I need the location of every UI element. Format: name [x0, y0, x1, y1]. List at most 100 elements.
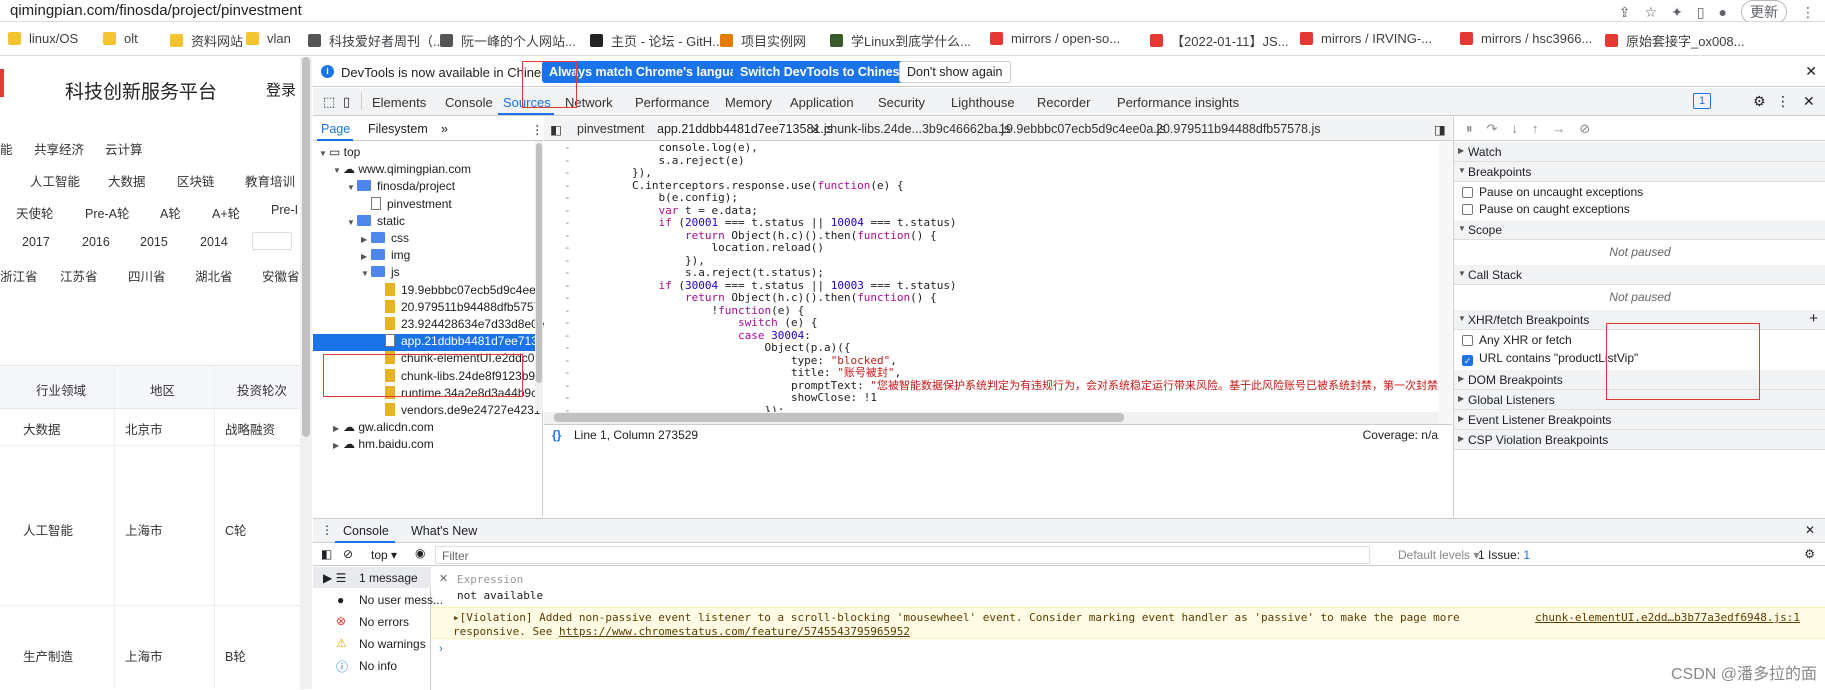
- debugger-toggle-icon[interactable]: ◨: [1434, 122, 1446, 137]
- line-marker[interactable]: -: [564, 342, 571, 355]
- device-toolbar-icon[interactable]: ▯: [343, 94, 350, 110]
- tree-scrollbar[interactable]: [535, 141, 543, 411]
- tree-item[interactable]: ▶img: [361, 248, 410, 262]
- line-marker[interactable]: -: [564, 217, 571, 230]
- close-tab-icon[interactable]: ✕: [810, 122, 820, 137]
- source-link[interactable]: chunk-elementUI.e2dd…b3b77a3edf6948.js:1: [1535, 611, 1800, 624]
- filter-item[interactable]: Pre-I: [271, 203, 298, 217]
- bookmark-item[interactable]: olt: [103, 31, 138, 46]
- section-watch[interactable]: ▶Watch: [1454, 142, 1825, 162]
- line-marker[interactable]: -: [564, 192, 571, 205]
- pause-caught-checkbox[interactable]: Pause on caught exceptions: [1462, 202, 1630, 216]
- column-header[interactable]: 投资轮次: [237, 380, 287, 399]
- kebab-icon[interactable]: ⋮: [321, 523, 333, 537]
- filter-item[interactable]: 安徽省: [262, 266, 300, 285]
- filter-item[interactable]: 教育培训: [245, 171, 295, 190]
- share-icon[interactable]: ⇪: [1619, 4, 1631, 21]
- add-icon[interactable]: +: [1809, 310, 1818, 327]
- kebab-icon[interactable]: ⋮: [531, 122, 544, 137]
- filter-item[interactable]: 湖北省: [195, 266, 233, 285]
- line-marker[interactable]: -: [564, 242, 571, 255]
- tree-item[interactable]: ▼☁ www.qimingpian.com: [333, 162, 471, 176]
- filter-item[interactable]: 云计算: [105, 139, 143, 158]
- pause-icon[interactable]: ⏸: [1466, 121, 1473, 137]
- tab-performance-insights[interactable]: Performance insights: [1117, 95, 1239, 110]
- h-scrollbar[interactable]: [544, 412, 1439, 424]
- column-header[interactable]: 地区: [150, 380, 175, 399]
- editor-tab[interactable]: 20.979511b94488dfb57578.js: [1156, 122, 1321, 136]
- star-icon[interactable]: ☆: [1645, 4, 1658, 21]
- filter-item[interactable]: 大数据: [108, 171, 146, 190]
- bookmark-item[interactable]: 原始套接字_ox008...: [1605, 31, 1745, 50]
- expand-icon[interactable]: ▶: [333, 441, 343, 450]
- editor-tab[interactable]: pinvestment: [577, 122, 644, 136]
- bookmark-item[interactable]: mirrors / hsc3966...: [1460, 31, 1592, 46]
- bookmark-item[interactable]: 科技爱好者周刊（...: [308, 31, 444, 50]
- filter-item[interactable]: 2017: [22, 235, 50, 249]
- tree-item[interactable]: pinvestment: [361, 197, 452, 211]
- tree-item[interactable]: ▶☁ gw.alicdn.com: [333, 420, 434, 434]
- tree-item[interactable]: ▼▭ top: [319, 145, 360, 159]
- expand-icon[interactable]: ▼: [347, 218, 357, 227]
- tree-item[interactable]: 20.979511b94488dfb5757: [375, 300, 540, 314]
- bookmark-item[interactable]: mirrors / open-so...: [990, 31, 1120, 46]
- clear-console-icon[interactable]: ⊘: [343, 547, 353, 561]
- filter-item[interactable]: 四川省: [128, 266, 166, 285]
- tree-item[interactable]: 19.9ebbbc07ecb5d9c4ee0: [375, 283, 542, 297]
- sidebar-toggle-icon[interactable]: ◧: [550, 122, 562, 137]
- close-devtools-icon[interactable]: ✕: [1803, 93, 1815, 110]
- kebab-icon[interactable]: ⋮: [1776, 93, 1790, 110]
- filter-item[interactable]: Pre-A轮: [85, 203, 129, 222]
- date-picker[interactable]: [252, 232, 292, 250]
- bookmark-item[interactable]: 项目实例网: [720, 31, 806, 50]
- inspect-icon[interactable]: ⬚: [323, 94, 335, 110]
- more-tabs-icon[interactable]: »: [441, 122, 448, 136]
- tree-item-selected[interactable]: app.21ddbb4481d7ee713: [313, 334, 535, 351]
- tab-memory[interactable]: Memory: [725, 95, 772, 110]
- tab-whats-new[interactable]: What's New: [411, 524, 477, 538]
- bookmark-item[interactable]: 学Linux到底学什么...: [830, 31, 971, 50]
- page-scrollbar[interactable]: [300, 57, 312, 689]
- filter-item[interactable]: 浙江省: [0, 266, 38, 285]
- live-expression-label[interactable]: Expression: [457, 573, 523, 586]
- filter-item[interactable]: 共享经济: [34, 139, 84, 158]
- bookmark-item[interactable]: 阮一峰的个人网站...: [440, 31, 576, 50]
- close-drawer-icon[interactable]: ✕: [1805, 523, 1815, 537]
- line-marker[interactable]: -: [564, 367, 571, 380]
- section-call-stack[interactable]: ▼Call Stack: [1454, 265, 1825, 285]
- tab-console[interactable]: Console: [343, 524, 389, 538]
- editor-tab-active[interactable]: app.21ddbb4481d7ee713581.js: [657, 122, 833, 136]
- update-button[interactable]: 更新: [1741, 0, 1787, 24]
- v-scrollbar[interactable]: [1439, 142, 1452, 424]
- scroll-thumb[interactable]: [302, 57, 310, 437]
- tree-item[interactable]: vendors.de9e24727e4231: [375, 403, 540, 417]
- filter-item[interactable]: 能: [0, 139, 13, 158]
- tab-recorder[interactable]: Recorder: [1037, 95, 1090, 110]
- tree-item[interactable]: ▼finosda/project: [347, 179, 455, 193]
- tab-page[interactable]: Page: [321, 122, 350, 136]
- filter-item[interactable]: 2014: [200, 235, 228, 249]
- pause-uncaught-checkbox[interactable]: Pause on uncaught exceptions: [1462, 185, 1643, 199]
- extensions-icon[interactable]: ✦: [1671, 4, 1683, 21]
- expand-icon[interactable]: ▼: [361, 269, 371, 278]
- line-marker[interactable]: -: [564, 167, 571, 180]
- bookmark-item[interactable]: vlan: [246, 31, 291, 46]
- section-scope[interactable]: ▼Scope: [1454, 220, 1825, 240]
- gear-icon[interactable]: ⚙: [1753, 93, 1766, 110]
- bookmark-item[interactable]: 主页 - 论坛 - GitH...: [590, 31, 723, 50]
- issues-button[interactable]: 1 Issue: 1: [1478, 548, 1530, 562]
- pretty-print-icon[interactable]: {}: [552, 428, 561, 442]
- step-into-icon[interactable]: ↓: [1511, 121, 1518, 136]
- filter-item[interactable]: A轮: [160, 203, 181, 222]
- expand-icon[interactable]: ▼: [333, 166, 343, 175]
- url-text[interactable]: qimingpian.com/finosda/project/pinvestme…: [10, 2, 302, 19]
- bookmark-item[interactable]: 【2022-01-11】JS...: [1150, 31, 1289, 50]
- eye-icon[interactable]: ◉: [415, 546, 425, 560]
- sidepanel-icon[interactable]: ▯: [1697, 4, 1705, 21]
- bookmark-item[interactable]: 资料网站: [170, 31, 243, 50]
- expand-icon[interactable]: ▼: [347, 183, 357, 192]
- filter-input[interactable]: Filter: [435, 546, 1370, 564]
- tree-item[interactable]: ▼js: [361, 265, 400, 279]
- section-csp-breakpoints[interactable]: ▶CSP Violation Breakpoints: [1454, 430, 1825, 450]
- sidebar-toggle-icon[interactable]: ◧: [321, 547, 332, 561]
